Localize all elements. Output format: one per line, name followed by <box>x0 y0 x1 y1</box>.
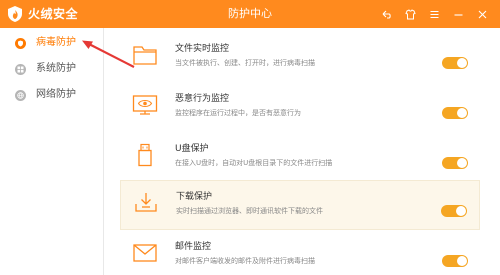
feature-title: 文件实时监控 <box>175 44 230 54</box>
title-bar: 火绒安全 防护中心 <box>0 0 500 28</box>
close-icon <box>478 10 486 18</box>
toggle-knob <box>457 58 467 68</box>
skin-icon <box>404 8 416 19</box>
minimize-icon <box>454 13 462 16</box>
back-icon <box>382 10 391 19</box>
feature-description: 在接入U盘时，自动对U盘根目录下的文件进行扫描 <box>175 159 333 167</box>
feature-description: 对邮件客户端收发的邮件及附件进行病毒扫描 <box>175 257 315 265</box>
sidebar: 病毒防护 系统防护 网络防护 <box>0 28 104 275</box>
sidebar-item-system-protection[interactable]: 系统防护 <box>0 56 104 82</box>
feature-row-usb-protection: U盘保护 在接入U盘时，自动对U盘根目录下的文件进行扫描 <box>120 133 480 183</box>
sidebar-item-label: 病毒防护 <box>36 37 76 48</box>
feature-description: 监控程序在运行过程中，是否有恶意行为 <box>175 109 301 117</box>
feature-row-file-monitor: 文件实时监控 当文件被执行、创建、打开时，进行病毒扫描 <box>120 33 480 83</box>
sidebar-item-network-protection[interactable]: 网络防护 <box>0 82 104 108</box>
feature-toggle[interactable] <box>442 255 468 267</box>
monitor-eye-icon <box>132 95 158 115</box>
mail-icon <box>133 244 157 262</box>
feature-toggle[interactable] <box>442 57 468 69</box>
feature-description: 当文件被执行、创建、打开时，进行病毒扫描 <box>175 59 315 67</box>
feature-row-mail-monitor: 邮件监控 对邮件客户端收发的邮件及附件进行病毒扫描 <box>120 231 480 275</box>
toggle-knob <box>457 108 467 118</box>
feature-list: 文件实时监控 当文件被执行、创建、打开时，进行病毒扫描 恶意行为监控 监控程序在… <box>120 28 480 275</box>
toggle-knob <box>457 256 467 266</box>
window-controls <box>374 6 494 22</box>
toggle-knob <box>457 158 467 168</box>
folder-icon <box>133 46 157 65</box>
feature-title: U盘保护 <box>175 144 209 154</box>
feature-description: 实时扫描通过浏览器、即时通讯软件下载的文件 <box>176 207 323 215</box>
shield-icon <box>15 37 26 49</box>
feature-title: 邮件监控 <box>175 242 212 252</box>
back-button[interactable] <box>374 6 398 22</box>
feature-toggle[interactable] <box>442 157 468 169</box>
feature-title: 恶意行为监控 <box>175 94 230 104</box>
sidebar-item-virus-protection[interactable]: 病毒防护 <box>0 30 104 56</box>
feature-row-download-protection: 下载保护 实时扫描通过浏览器、即时通讯软件下载的文件 <box>120 180 480 230</box>
windows-icon <box>15 63 26 75</box>
minimize-button[interactable] <box>446 6 470 22</box>
feature-toggle[interactable] <box>441 205 467 217</box>
globe-icon <box>15 89 26 101</box>
skin-button[interactable] <box>398 6 422 22</box>
close-button[interactable] <box>470 6 494 22</box>
feature-toggle[interactable] <box>442 107 468 119</box>
sidebar-item-label: 网络防护 <box>36 89 76 100</box>
download-icon <box>135 193 157 212</box>
menu-button[interactable] <box>422 6 446 22</box>
usb-drive-icon <box>138 143 152 167</box>
toggle-knob <box>456 206 466 216</box>
menu-icon <box>430 10 438 18</box>
sidebar-item-label: 系统防护 <box>36 63 76 74</box>
feature-title: 下载保护 <box>176 192 213 202</box>
feature-row-behavior-monitor: 恶意行为监控 监控程序在运行过程中，是否有恶意行为 <box>120 83 480 133</box>
